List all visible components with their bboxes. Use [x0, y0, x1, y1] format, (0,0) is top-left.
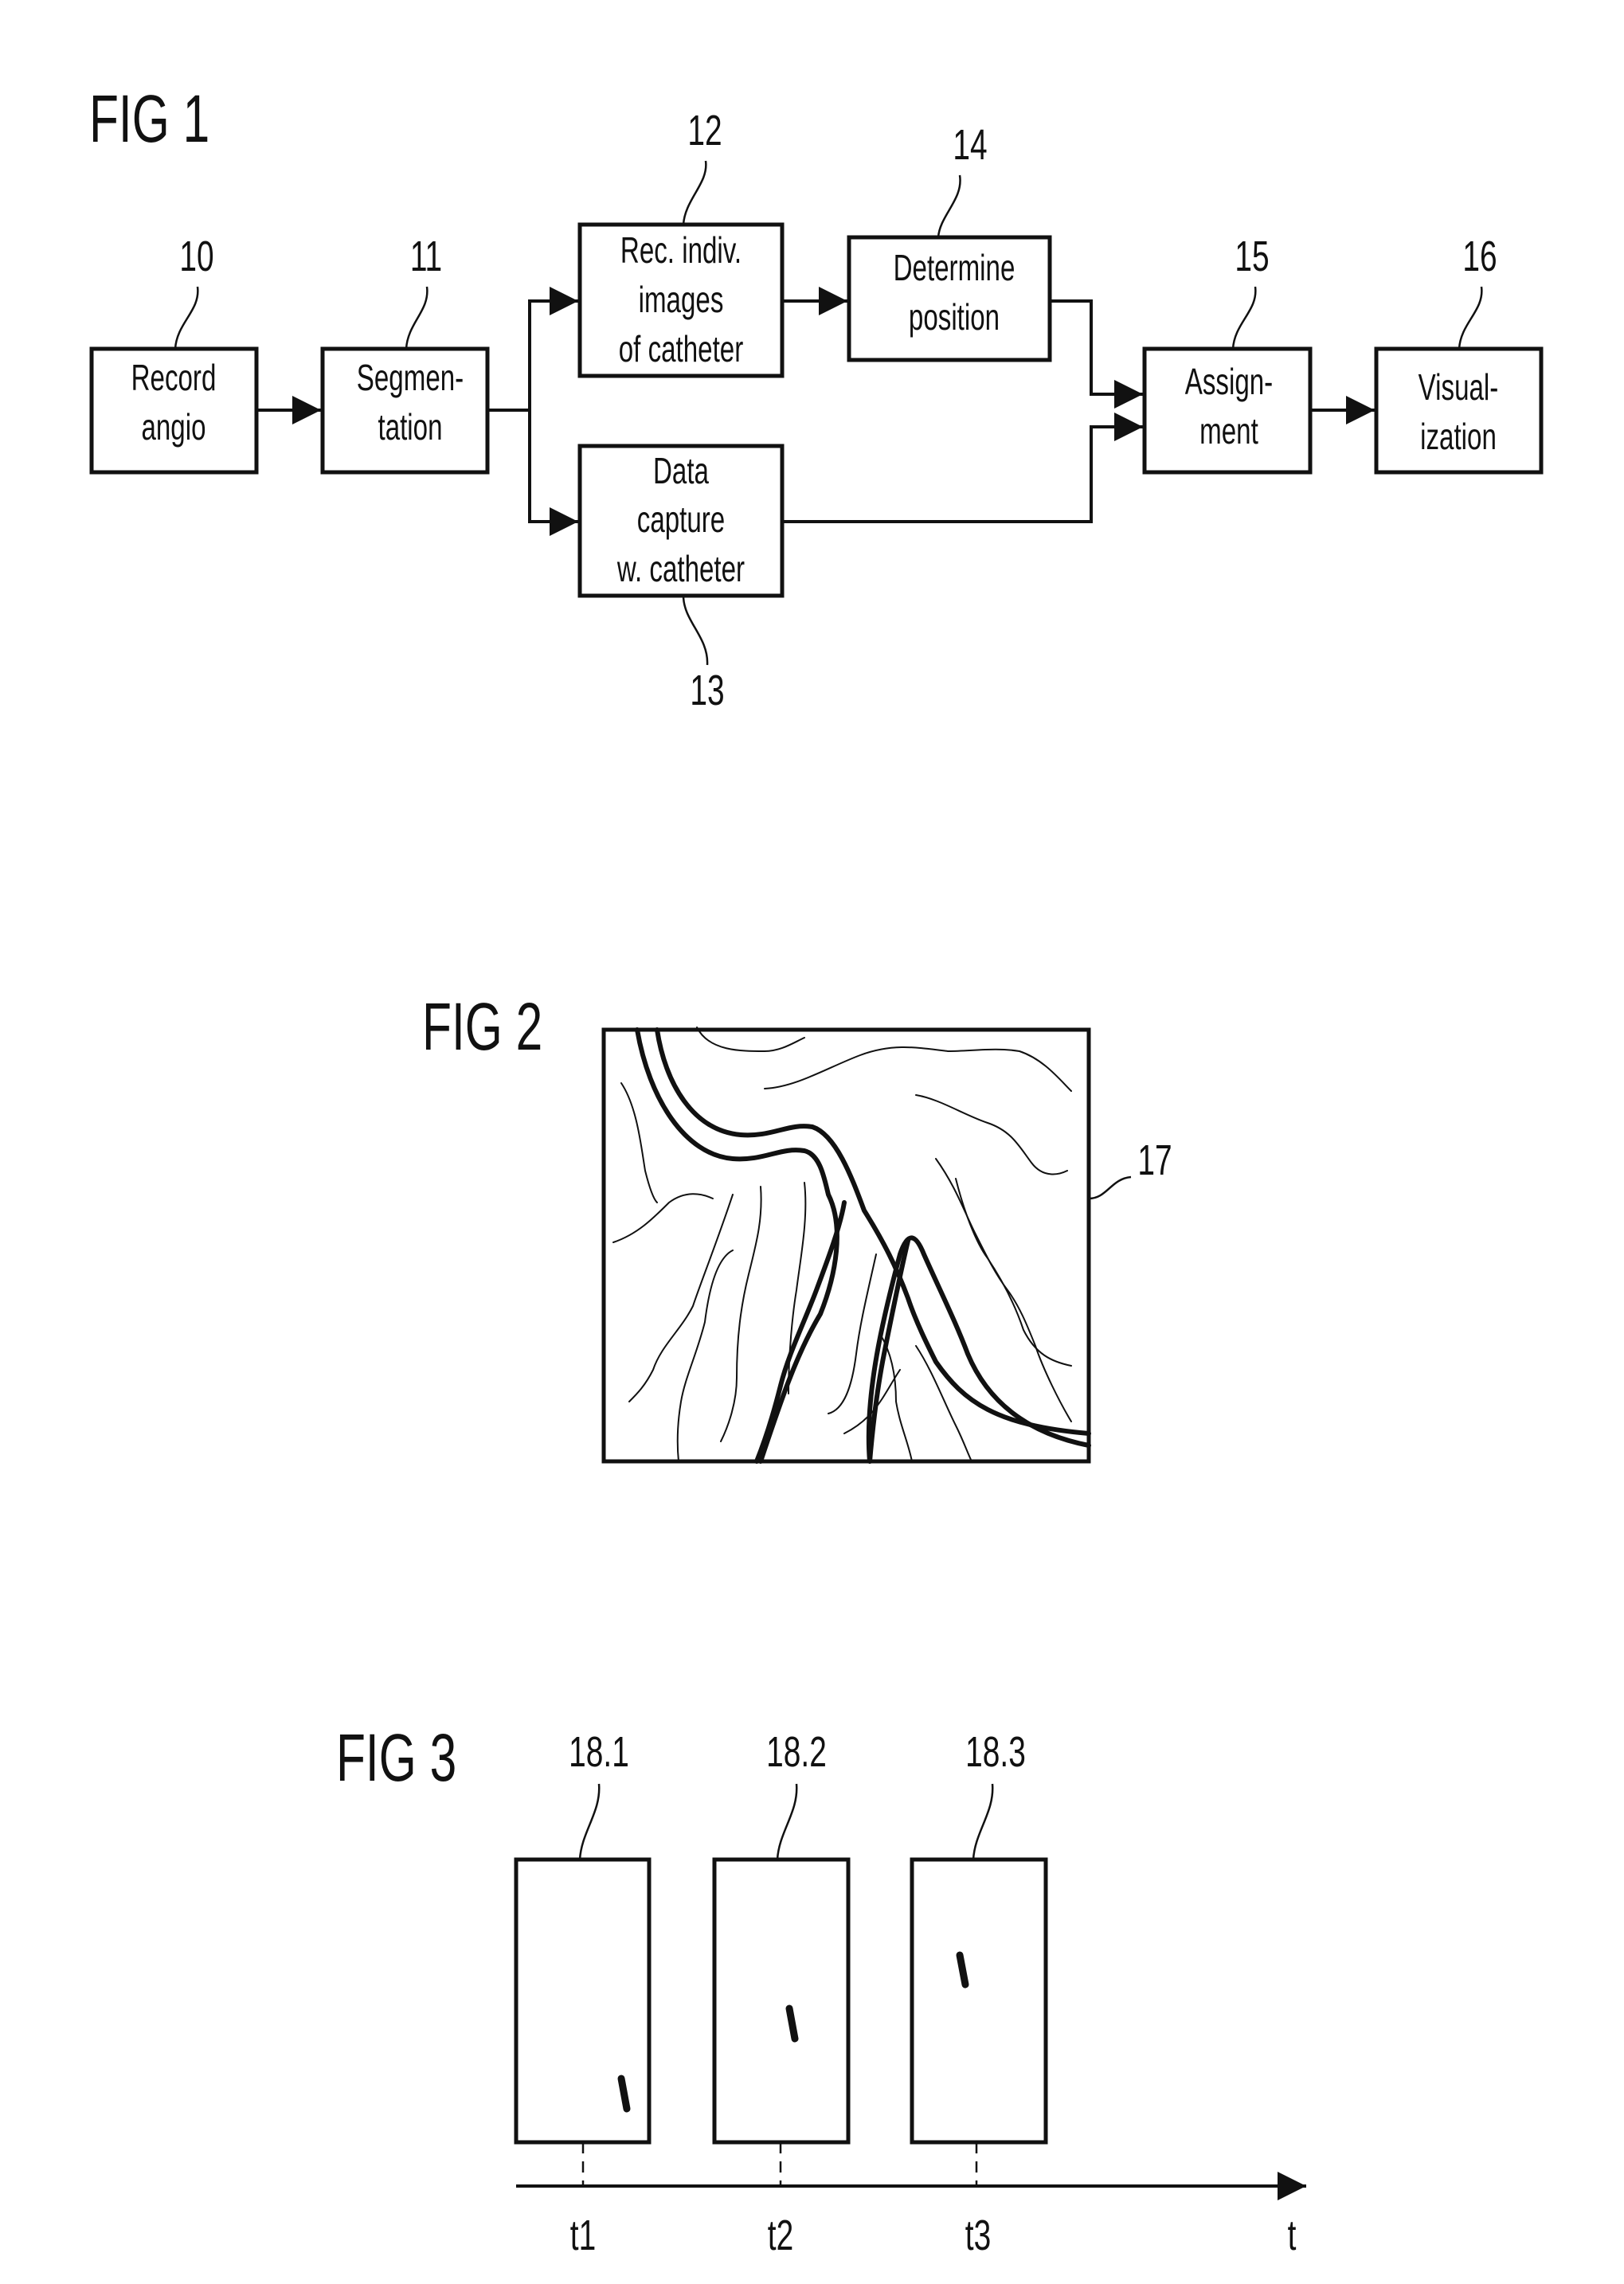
fig3: FIG 3 18.1 t1 18.2 t2 18.3 t3 t: [336, 1720, 1306, 2259]
fig1-title: FIG 1: [89, 81, 209, 156]
block-10-line-2: angio: [141, 408, 205, 448]
leader-13: [682, 595, 709, 666]
block-15-line-2: ment: [1199, 412, 1258, 452]
fig1: FIG 1 Record angio 10 Segmen- tation 11 …: [89, 81, 1544, 714]
leader-17: [1088, 1175, 1132, 1200]
time-axis-label: t: [1288, 2211, 1297, 2259]
block-segmentation: Segmen- tation 11: [320, 232, 490, 475]
image-frame-18-1: 18.1 t1: [514, 1727, 652, 2259]
ref-18-1: 18.1: [569, 1727, 629, 1776]
ref-18-2: 18.2: [766, 1727, 827, 1776]
block-16-line-2: ization: [1420, 417, 1497, 457]
leader-12: [682, 160, 707, 225]
block-10-line-1: Record: [131, 358, 217, 398]
block-14-line-1: Determine: [894, 248, 1015, 288]
patent-drawing-sheet: FIG 1 Record angio 10 Segmen- tation 11 …: [89, 81, 1544, 2259]
ref-17: 17: [1137, 1136, 1172, 1184]
block-14-line-2: position: [909, 298, 1000, 338]
block-record-individual-images: Rec. indiv. images of catheter 12: [577, 106, 785, 378]
block-11-line-2: tation: [378, 408, 442, 448]
leader-18-3: [972, 1783, 994, 1860]
block-12-line-2: images: [639, 280, 724, 320]
leader-18-1: [578, 1783, 601, 1860]
leader-15: [1231, 286, 1257, 350]
ref-16: 16: [1462, 232, 1497, 280]
block-visualization: Visual- ization 16: [1374, 232, 1544, 475]
ref-15: 15: [1235, 232, 1269, 280]
block-record-angio: Record angio 10: [89, 232, 259, 475]
leader-16: [1458, 286, 1483, 350]
fig2-title: FIG 2: [422, 989, 542, 1064]
block-data-capture: Data capture w. catheter 13: [577, 444, 785, 714]
ref-12: 12: [687, 106, 722, 154]
ref-18-3: 18.3: [965, 1727, 1026, 1776]
time-label-t1: t1: [570, 2211, 596, 2259]
block-12-line-1: Rec. indiv.: [620, 231, 742, 271]
arrow-13-to-15: [782, 413, 1143, 523]
block-11-line-1: Segmen-: [357, 358, 464, 398]
arrow-11-to-12: [487, 287, 578, 412]
time-label-t3: t3: [965, 2211, 991, 2259]
block-13-line-3: w. catheter: [616, 549, 745, 589]
leader-11: [405, 286, 429, 350]
ref-11: 11: [410, 232, 442, 280]
arrow-11-to-13: [528, 410, 578, 536]
time-label-t2: t2: [768, 2211, 793, 2259]
fig2: FIG 2 17: [422, 989, 1172, 1464]
ref-10: 10: [179, 232, 213, 280]
leader-10: [174, 286, 199, 350]
block-13-line-2: capture: [637, 500, 725, 540]
image-frame-18-2: 18.2 t2: [712, 1727, 851, 2259]
block-16-line-1: Visual-: [1419, 368, 1499, 408]
arrow-14-to-15: [1050, 299, 1143, 409]
ref-13: 13: [690, 666, 724, 714]
fig3-title: FIG 3: [336, 1720, 456, 1795]
leader-14: [937, 174, 961, 238]
block-15-line-1: Assign-: [1185, 362, 1273, 402]
image-frame-18-3: 18.3 t3: [910, 1727, 1048, 2259]
ref-14: 14: [953, 120, 987, 169]
block-12-line-3: of catheter: [619, 330, 743, 370]
block-determine-position: Determine position 14: [847, 120, 1052, 362]
leader-18-2: [776, 1783, 798, 1860]
block-assignment: Assign- ment 15: [1142, 232, 1313, 475]
block-13-line-1: Data: [653, 452, 710, 491]
